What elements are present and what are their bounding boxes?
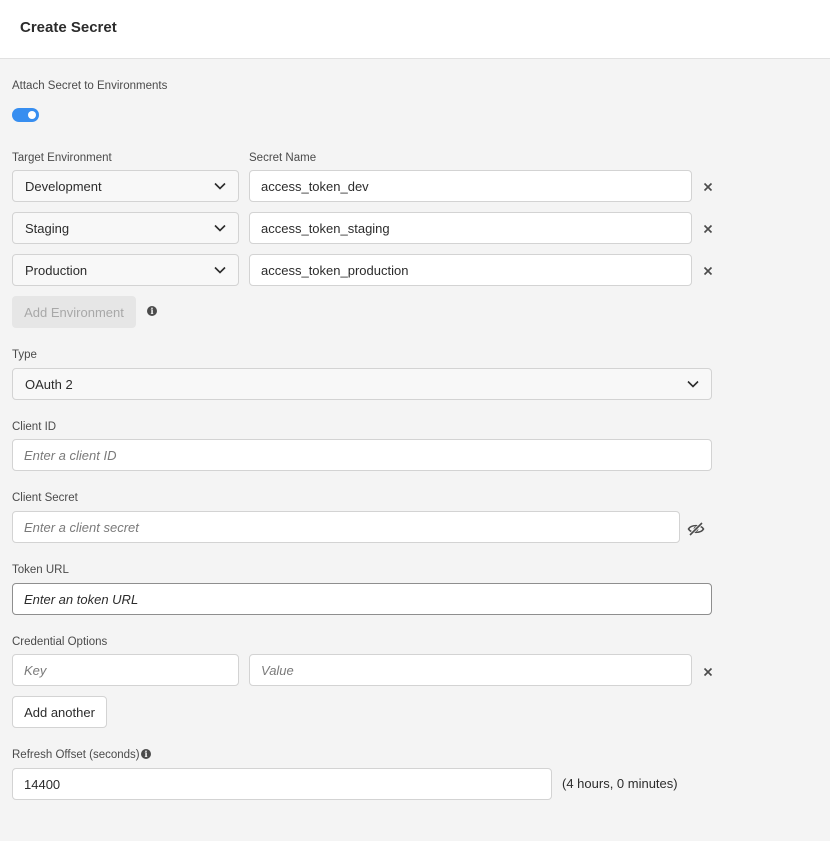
add-environment-button[interactable]: Add Environment [12, 296, 136, 328]
type-picker[interactable]: OAuth 2 [12, 368, 712, 400]
attach-environments-toggle[interactable] [12, 108, 39, 122]
dialog-header: Create Secret [0, 0, 830, 59]
chevron-down-icon [214, 266, 226, 274]
environment-picker-value: Development [25, 178, 102, 194]
target-environment-label: Target Environment [12, 152, 112, 164]
add-another-button[interactable]: Add another [12, 696, 107, 728]
credential-options-label: Credential Options [12, 636, 108, 648]
environment-picker-staging[interactable]: Staging [12, 212, 239, 244]
eye-hidden-icon[interactable] [687, 521, 705, 537]
token-url-label: Token URL [12, 564, 69, 576]
page-title: Create Secret [20, 19, 117, 36]
environment-picker-value: Staging [25, 220, 70, 236]
info-icon[interactable]: i [147, 306, 157, 316]
attach-label: Attach Secret to Environments [12, 80, 168, 92]
token-url-input[interactable]: Enter an token URL [12, 583, 712, 615]
credential-key-input[interactable]: Key [12, 654, 239, 686]
chevron-down-icon [214, 224, 226, 232]
secret-name-input-production[interactable]: access_token_production [249, 254, 692, 286]
client-secret-input[interactable]: Enter a client secret [12, 511, 680, 543]
environment-picker-value: Production [25, 262, 88, 278]
close-icon[interactable] [703, 182, 713, 192]
environment-picker-production[interactable]: Production [12, 254, 239, 286]
info-icon[interactable]: i [141, 749, 151, 759]
close-icon[interactable] [703, 266, 713, 276]
refresh-offset-input[interactable]: 14400 [12, 768, 552, 800]
close-icon[interactable] [703, 224, 713, 234]
refresh-offset-label: Refresh Offset (seconds) [12, 749, 140, 761]
credential-value-input[interactable]: Value [249, 654, 692, 686]
environment-picker-development[interactable]: Development [12, 170, 239, 202]
chevron-down-icon [687, 380, 699, 388]
toggle-knob [28, 111, 36, 119]
client-id-label: Client ID [12, 421, 57, 433]
secret-name-input-staging[interactable]: access_token_staging [249, 212, 692, 244]
type-label: Type [12, 349, 37, 361]
refresh-offset-hint: (4 hours, 0 minutes) [562, 776, 678, 791]
chevron-down-icon [214, 182, 226, 190]
secret-name-input-development[interactable]: access_token_dev [249, 170, 692, 202]
secret-name-label: Secret Name [249, 152, 317, 164]
close-icon[interactable] [703, 667, 713, 677]
type-picker-value: OAuth 2 [25, 376, 73, 392]
client-id-input[interactable]: Enter a client ID [12, 439, 712, 471]
client-secret-label: Client Secret [12, 492, 78, 504]
